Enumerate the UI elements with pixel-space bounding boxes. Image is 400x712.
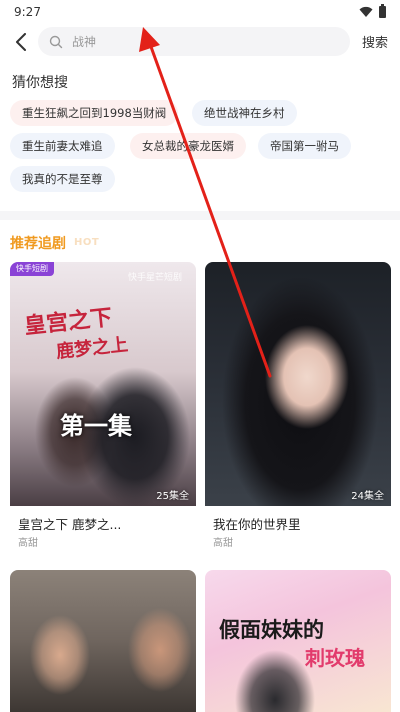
episode-count: 25集全 [156, 491, 189, 502]
poster-title-line: 刺玫瑰 [305, 646, 365, 670]
back-button[interactable] [10, 30, 32, 54]
drama-title: 我在你的世界里 [213, 517, 301, 532]
drama-poster: 假面妹妹的 刺玫瑰 [205, 570, 391, 712]
kuaishou-badge: 快手短剧 [10, 262, 54, 276]
drama-card[interactable]: 24集全 我在你的世界里 高甜 [205, 262, 391, 554]
search-input[interactable]: 战神 [38, 27, 350, 56]
search-icon [48, 34, 64, 50]
chevron-left-icon [16, 33, 26, 51]
drama-card[interactable]: 假面妹妹的 刺玫瑰 [205, 570, 391, 712]
search-chip[interactable]: 绝世战神在乡村 [192, 100, 297, 126]
episode-count: 24集全 [351, 491, 384, 502]
drama-tag: 高甜 [213, 538, 233, 549]
recommend-title: 推荐追剧 [10, 236, 66, 252]
search-chip[interactable]: 重生狂飙之回到1998当财阀 [10, 100, 179, 126]
poster-watermark: 快手星芒短剧 [128, 273, 183, 283]
battery-icon [379, 4, 386, 18]
drama-poster: 24集全 [205, 262, 391, 506]
search-button[interactable]: 搜索 [362, 32, 388, 51]
drama-tag: 高甜 [18, 538, 38, 549]
search-placeholder: 战神 [72, 35, 97, 49]
hot-label: HOT [74, 237, 100, 248]
search-row: 战神 搜索 [0, 26, 400, 58]
search-chip[interactable]: 重生前妻太难追 [10, 133, 115, 159]
status-bar: 9:27 [0, 0, 400, 24]
drama-poster [10, 570, 196, 712]
drama-poster: 快手短剧 快手星芒短剧 皇宫之下 鹿梦之上 第一集 25集全 [10, 262, 196, 506]
guess-title: 猜你想搜 [12, 75, 68, 91]
search-chip[interactable]: 女总裁的豪龙医婿 [130, 133, 246, 159]
poster-title-line: 假面妹妹的 [219, 617, 324, 642]
search-chip[interactable]: 我真的不是至尊 [10, 166, 115, 192]
drama-title: 皇宫之下 鹿梦之... [18, 517, 122, 532]
wifi-icon [359, 6, 373, 17]
status-time: 9:27 [14, 5, 41, 19]
drama-card[interactable] [10, 570, 196, 712]
search-chip[interactable]: 帝国第一驸马 [258, 133, 351, 159]
section-divider [0, 211, 400, 220]
status-icons [359, 4, 386, 18]
poster-episode-text: 第一集 [60, 411, 132, 440]
drama-card[interactable]: 快手短剧 快手星芒短剧 皇宫之下 鹿梦之上 第一集 25集全 皇宫之下 鹿梦之.… [10, 262, 196, 554]
